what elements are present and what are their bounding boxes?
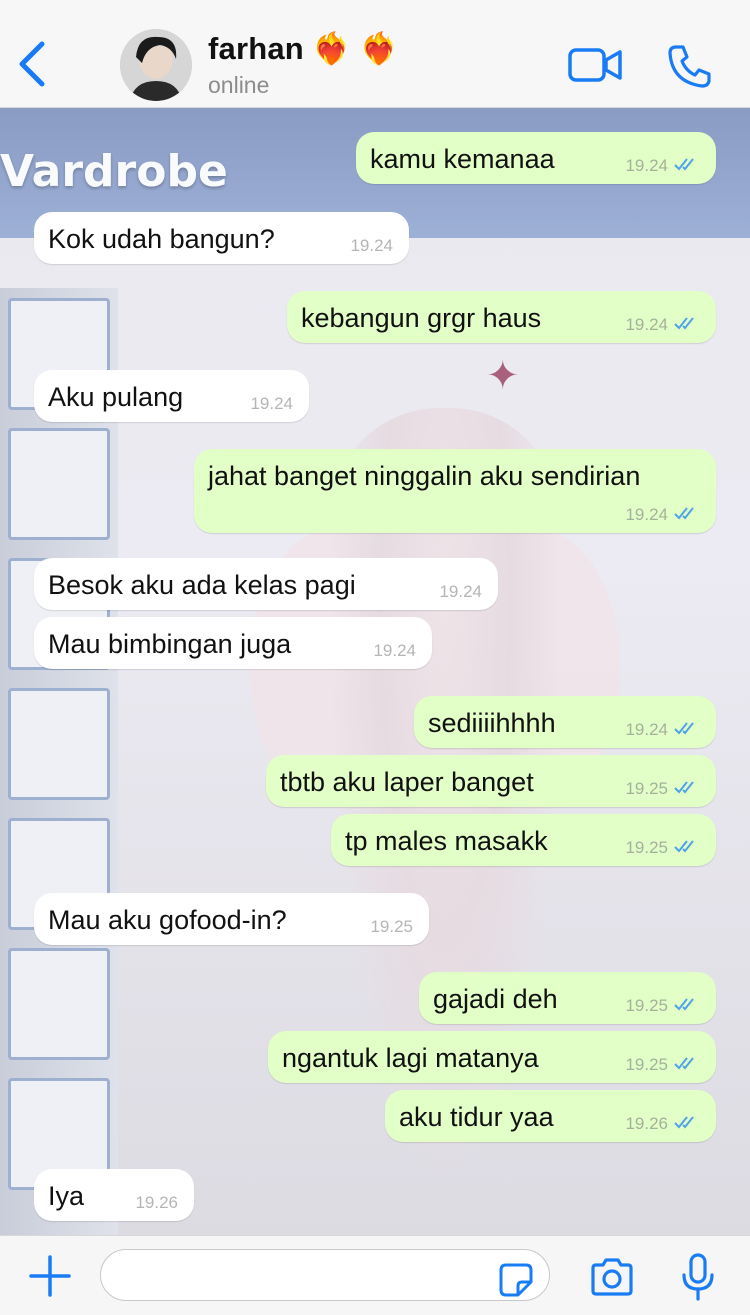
message-text: jahat banget ninggalin aku sendirian [208, 461, 641, 491]
message-text: tp males masakk [345, 826, 548, 856]
message-time: 19.24 [250, 394, 293, 413]
message-time: 19.24 [625, 720, 668, 739]
message-bubble-out[interactable]: tp males masakk 19.25 [331, 814, 716, 866]
contact-status: online [208, 72, 270, 98]
message-text: Aku pulang [48, 382, 184, 412]
message-bubble-in[interactable]: Iya 19.26 [34, 1169, 194, 1221]
camera-icon[interactable] [589, 1258, 635, 1296]
wallpaper-title: Vardrobe [0, 146, 228, 197]
message-text: kamu kemanaa [370, 144, 555, 174]
message-time: 19.24 [625, 156, 668, 175]
message-text: gajadi deh [433, 984, 558, 1014]
message-meta: 19.24 [625, 720, 700, 740]
message-time: 19.25 [625, 1055, 668, 1074]
message-meta: 19.26 [625, 1114, 700, 1134]
message-meta: 19.25 [625, 779, 700, 799]
message-bubble-out[interactable]: gajadi deh 19.25 [419, 972, 716, 1024]
message-meta: 19.24 [625, 505, 700, 525]
message-text: Mau aku gofood-in? [48, 905, 287, 935]
double-tick-icon [674, 1055, 700, 1075]
chat-header: farhan ❤️‍🔥 ❤️‍🔥 online [0, 0, 750, 108]
message-bubble-out[interactable]: kamu kemanaa 19.24 [356, 132, 716, 184]
message-text: Kok udah bangun? [48, 224, 275, 254]
double-tick-icon [674, 315, 700, 335]
message-time: 19.26 [135, 1193, 178, 1212]
message-time: 19.24 [350, 236, 393, 255]
phone-call-icon[interactable] [666, 44, 712, 88]
contact-name[interactable]: farhan ❤️‍🔥 ❤️‍🔥 [208, 30, 398, 67]
double-tick-icon [674, 838, 700, 858]
message-bubble-in[interactable]: Kok udah bangun? 19.24 [34, 212, 409, 264]
message-bubble-out[interactable]: aku tidur yaa 19.26 [385, 1090, 716, 1142]
message-time: 19.24 [439, 582, 482, 601]
message-bubble-out[interactable]: sediiiihhhh 19.24 [414, 696, 716, 748]
contact-avatar[interactable] [120, 29, 192, 101]
double-tick-icon [674, 1114, 700, 1134]
message-meta: 19.24 [625, 315, 700, 335]
message-time: 19.26 [625, 1114, 668, 1133]
chat-area[interactable]: Vardrobe ✦ kamu kemanaa 19.24 Kok udah ban… [0, 108, 750, 1235]
plus-icon[interactable] [28, 1254, 72, 1298]
message-meta: 19.24 [625, 156, 700, 176]
message-meta: 19.25 [625, 838, 700, 858]
message-time: 19.24 [373, 641, 416, 660]
double-tick-icon [674, 996, 700, 1016]
double-tick-icon [674, 720, 700, 740]
message-time: 19.25 [625, 838, 668, 857]
message-time: 19.24 [625, 315, 668, 334]
message-text: Besok aku ada kelas pagi [48, 570, 356, 600]
message-time: 19.25 [625, 996, 668, 1015]
double-tick-icon [674, 156, 700, 176]
input-bar [0, 1235, 750, 1315]
butterfly-icon: ✦ [486, 354, 520, 398]
message-bubble-out[interactable]: kebangun grgr haus 19.24 [287, 291, 716, 343]
message-time: 19.24 [625, 505, 668, 524]
message-meta: 19.25 [625, 1055, 700, 1075]
microphone-icon[interactable] [680, 1253, 716, 1301]
message-text: Iya [48, 1181, 85, 1211]
double-tick-icon [674, 779, 700, 799]
message-meta: 19.24 [250, 394, 293, 414]
heart-emoji: ❤️‍🔥 ❤️‍🔥 [311, 31, 399, 66]
message-meta: 19.24 [439, 582, 482, 602]
message-meta: 19.24 [373, 641, 416, 661]
message-text: ngantuk lagi matanya [282, 1043, 539, 1073]
message-bubble-out[interactable]: ngantuk lagi matanya 19.25 [268, 1031, 716, 1083]
wallpaper-panel [0, 288, 118, 1235]
message-text: sediiiihhhh [428, 708, 556, 738]
video-call-icon[interactable] [568, 46, 622, 84]
back-chevron-icon[interactable] [14, 38, 50, 90]
message-bubble-in[interactable]: Besok aku ada kelas pagi 19.24 [34, 558, 498, 610]
double-tick-icon [674, 505, 700, 525]
message-bubble-out[interactable]: jahat banget ninggalin aku sendirian 19.2… [194, 449, 716, 533]
message-meta: 19.26 [135, 1193, 178, 1213]
message-time: 19.25 [625, 779, 668, 798]
message-meta: 19.25 [370, 917, 413, 937]
message-bubble-in[interactable]: Mau aku gofood-in? 19.25 [34, 893, 429, 945]
sticker-icon[interactable] [498, 1262, 534, 1298]
message-time: 19.25 [370, 917, 413, 936]
message-meta: 19.25 [625, 996, 700, 1016]
message-input[interactable] [100, 1249, 550, 1301]
message-text: kebangun grgr haus [301, 303, 542, 333]
message-bubble-out[interactable]: tbtb aku laper banget 19.25 [266, 755, 716, 807]
message-bubble-in[interactable]: Mau bimbingan juga 19.24 [34, 617, 432, 669]
message-meta: 19.24 [350, 236, 393, 256]
message-text: Mau bimbingan juga [48, 629, 292, 659]
message-text: aku tidur yaa [399, 1102, 554, 1132]
message-text: tbtb aku laper banget [280, 767, 534, 797]
message-bubble-in[interactable]: Aku pulang 19.24 [34, 370, 309, 422]
